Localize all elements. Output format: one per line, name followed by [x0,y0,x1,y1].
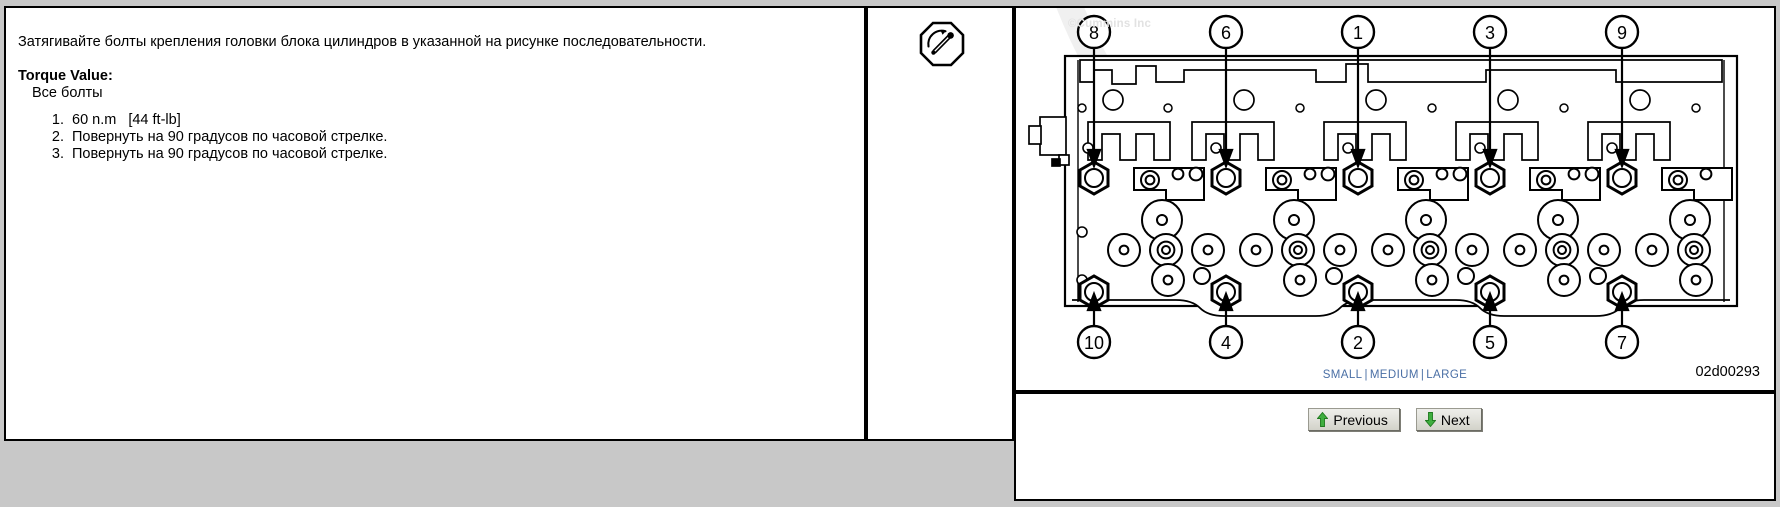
bolt-number: 5 [1485,333,1495,353]
list-item: Повернуть на 90 градусов по часовой стре… [68,146,387,163]
cylinder-head-diagram: ins [1028,8,1739,360]
step-torque-nm: 60 n.m [72,112,117,128]
torque-scope-label: Все болты [32,85,103,101]
arrow-down-icon [1424,412,1437,428]
bolt-callout-bottom-4: 5 [1472,324,1508,360]
next-button[interactable]: Next [1415,408,1482,431]
nav-button-group: Previous Next [1016,408,1774,431]
bolt-callout-bottom-2: 4 [1208,324,1244,360]
image-size-small-link[interactable]: SMALL [1323,369,1363,381]
list-item: 60 n.m [44 ft-lb] [68,112,387,129]
bolt-number: 3 [1485,23,1495,43]
navigation-pane: SMALL | MEDIUM | LARGE Previous Next [1014,369,1776,501]
previous-button-label: Previous [1333,411,1388,428]
illustration-canvas: ©Cummins Inc ins [1016,8,1774,390]
arrow-up-icon [1316,411,1329,427]
next-button-label: Next [1440,411,1470,428]
list-item: Повернуть на 90 градусов по часовой стре… [68,129,387,146]
image-size-large-link[interactable]: LARGE [1426,369,1467,381]
bolt-callout-bottom-1: 10 [1076,324,1112,360]
bolt-number: 9 [1617,23,1627,43]
image-size-medium-link[interactable]: MEDIUM [1370,369,1419,381]
torque-step-list: 60 n.m [44 ft-lb] Повернуть на 90 градусо… [36,112,387,163]
procedure-text-pane: Затягивайте болты крепления головки блок… [4,6,866,441]
bolt-number: 6 [1221,23,1231,43]
copyright-watermark: ©Cummins Inc [1068,18,1152,30]
bolt-number: 7 [1617,333,1627,353]
bolt-number: 2 [1353,333,1363,353]
step-text: Повернуть на 90 градусов по часовой стре… [72,146,388,163]
icon-pane [866,6,1014,441]
torque-value-heading: Torque Value: [18,68,113,84]
link-separator: | [1364,369,1368,381]
bolt-callout-bottom-5: 7 [1604,324,1640,360]
bolt-callout-top-3: 1 [1340,14,1376,50]
page-root: Затягивайте болты крепления головки блок… [0,0,1780,507]
step-text: Повернуть на 90 градусов по часовой стре… [72,129,388,146]
torque-wrench-icon [918,20,966,68]
illustration-pane: ©Cummins Inc ins [1014,6,1776,392]
bolt-callout-top-5: 9 [1604,14,1640,50]
image-size-links: SMALL | MEDIUM | LARGE [1016,369,1774,507]
bolt-callout-bottom-3: 2 [1340,324,1376,360]
previous-button[interactable]: Previous [1308,408,1400,431]
bolt-number: 10 [1084,333,1104,353]
intro-paragraph: Затягивайте болты крепления головки блок… [18,34,707,50]
step-torque-imperial: [44 ft-lb] [128,112,181,128]
bolt-callout-top-4: 3 [1472,14,1508,50]
bolt-number: 1 [1353,23,1363,43]
bolt-number: 4 [1221,333,1231,353]
bolt-callout-top-2: 6 [1208,14,1244,50]
